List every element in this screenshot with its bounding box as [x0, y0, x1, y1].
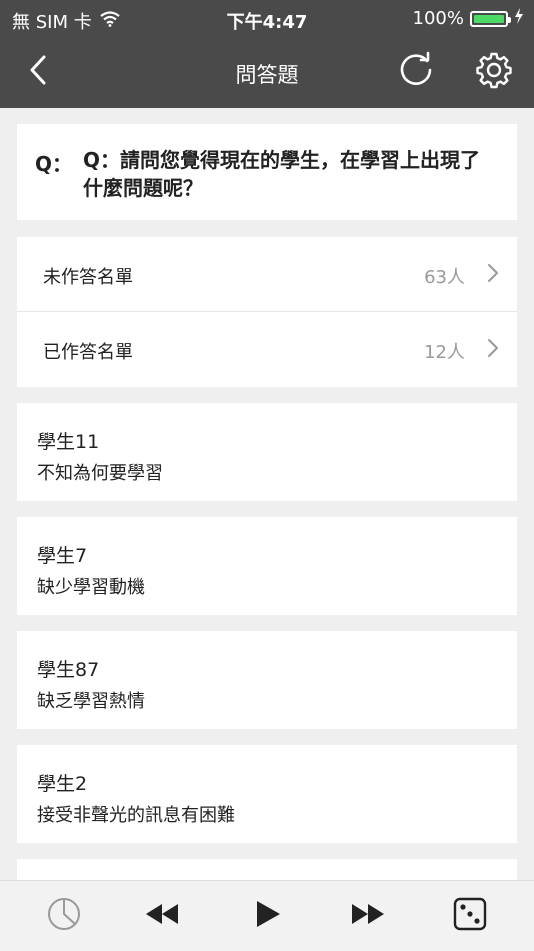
question-text: Q：請問您覺得現在的學生，在學習上出現了什麼問題呢？	[83, 148, 481, 200]
status-bar: 無 SIM 卡 下午4:47 100%	[0, 0, 534, 36]
charging-icon	[514, 8, 524, 29]
student-name: 學生87	[37, 659, 100, 681]
chevron-right-icon	[487, 263, 499, 287]
refresh-button[interactable]	[394, 50, 438, 94]
student-name: 學生2	[37, 773, 88, 795]
battery-percent: 100%	[412, 8, 464, 29]
gear-icon	[475, 51, 513, 93]
list-count: 63人	[424, 267, 465, 288]
bottom-toolbar	[0, 880, 534, 951]
answer-text: 不知為何要學習	[37, 463, 163, 484]
stats-button[interactable]	[44, 896, 84, 936]
page-title: 問答題	[235, 63, 299, 87]
answer-card[interactable]: 學生87 缺乏學習熱情	[17, 631, 517, 729]
question-label: Q：	[35, 152, 73, 176]
fast-forward-icon	[350, 902, 386, 930]
fast-forward-button[interactable]	[348, 896, 388, 936]
answer-text: 接受非聲光的訊息有困難	[37, 805, 235, 826]
pie-chart-icon	[46, 896, 82, 936]
battery-icon	[470, 10, 511, 27]
student-name: 學生11	[37, 431, 100, 453]
rewind-button[interactable]	[142, 896, 182, 936]
random-button[interactable]	[450, 896, 490, 936]
answer-text: 缺少學習動機	[37, 577, 145, 598]
list-count: 12人	[424, 342, 465, 363]
answer-card-partial[interactable]	[17, 859, 517, 880]
answer-card[interactable]: 學生2 接受非聲光的訊息有困難	[17, 745, 517, 843]
refresh-icon	[397, 51, 435, 93]
answered-list-row[interactable]: 已作答名單 12人	[17, 312, 517, 386]
play-button[interactable]	[248, 896, 288, 936]
unanswered-list-row[interactable]: 未作答名單 63人	[17, 237, 517, 312]
chevron-right-icon	[487, 338, 499, 362]
response-lists: 未作答名單 63人 已作答名單 12人	[17, 237, 517, 387]
play-icon	[254, 899, 282, 933]
answer-text: 缺乏學習熱情	[37, 691, 145, 712]
nav-bar: 問答題	[0, 36, 534, 108]
settings-button[interactable]	[472, 50, 516, 94]
rewind-icon	[144, 902, 180, 930]
list-label: 未作答名單	[43, 267, 133, 288]
answer-card[interactable]: 學生7 缺少學習動機	[17, 517, 517, 615]
dice-icon	[453, 897, 487, 935]
list-label: 已作答名單	[43, 342, 133, 363]
question-card: Q： Q：請問您覺得現在的學生，在學習上出現了什麼問題呢？	[17, 124, 517, 220]
answer-card[interactable]: 學生11 不知為何要學習	[17, 403, 517, 501]
student-name: 學生7	[37, 545, 88, 567]
